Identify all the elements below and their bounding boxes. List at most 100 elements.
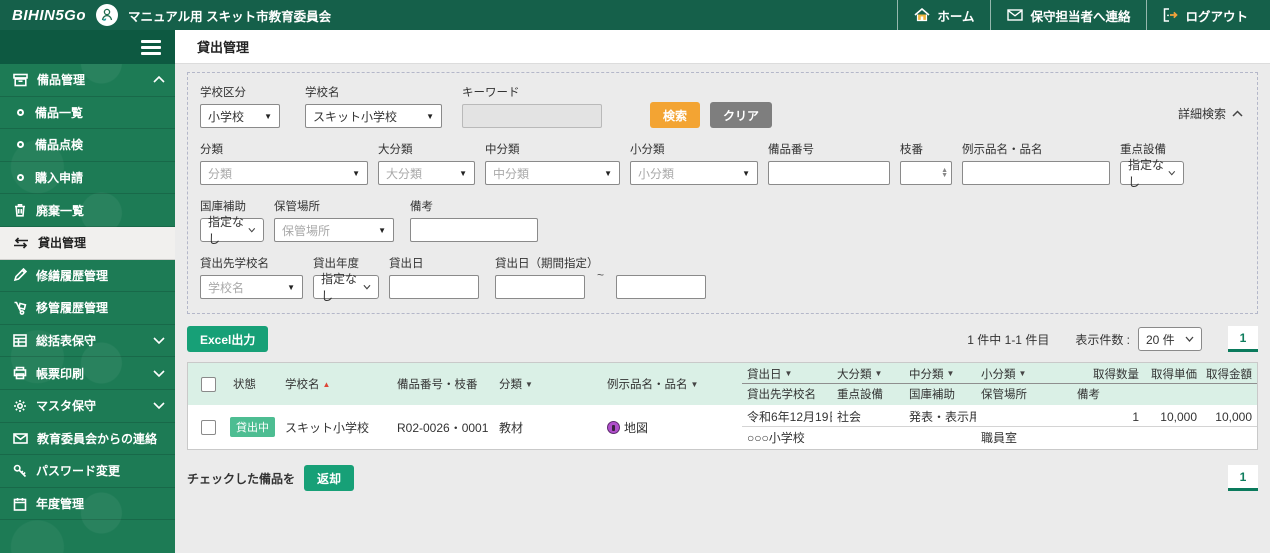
dropdown-arrow-icon: ▼ bbox=[287, 282, 295, 292]
contact-maintenance-button[interactable]: 保守担当者へ連絡 bbox=[990, 0, 1146, 30]
sort-desc-icon: ▼ bbox=[784, 369, 793, 378]
note-input[interactable] bbox=[410, 218, 538, 242]
sidebar-item-bihin-tenken[interactable]: 備品点検 bbox=[0, 129, 175, 162]
subsidy-cell bbox=[904, 427, 976, 447]
lend-date-cell: 令和6年12月19日 bbox=[742, 407, 832, 427]
dropdown-arrow-icon: ▼ bbox=[742, 168, 750, 178]
item-name-input[interactable] bbox=[962, 161, 1110, 185]
handtruck-icon bbox=[14, 301, 27, 315]
dropdown-arrow-icon: ▼ bbox=[426, 111, 434, 121]
item-number-input[interactable] bbox=[768, 161, 890, 185]
priority-equipment-select[interactable]: 指定なし bbox=[1120, 158, 1184, 189]
sidebar-item-kyoiku-renraku[interactable]: 教育委員会からの連絡 bbox=[0, 423, 175, 456]
checked-items-label: チェックした備品を bbox=[187, 471, 296, 486]
middle-category-label: 中分類 bbox=[485, 144, 520, 156]
home-icon bbox=[914, 8, 930, 22]
school-type-select[interactable]: 小学校 ▼ bbox=[200, 104, 280, 128]
sidebar-menu: 備品管理 備品一覧 備品点検 購入申請 廃棄一覧 貸出管理 修繕履歴管理 移管履… bbox=[0, 64, 175, 521]
sidebar-item-bihin-kanri[interactable]: 備品管理 bbox=[0, 64, 175, 97]
advanced-search-toggle[interactable]: 詳細検索 bbox=[1178, 105, 1243, 122]
col-category-sort[interactable]: 分類 ▼ bbox=[494, 364, 602, 404]
category-cell: 教材 bbox=[499, 420, 524, 435]
page-titlebar: 貸出管理 bbox=[175, 30, 1270, 64]
result-count: 1 件中 1-1 件目 bbox=[967, 332, 1050, 347]
pagination-page-1[interactable]: 1 bbox=[1228, 326, 1258, 352]
search-button[interactable]: 検索 bbox=[650, 102, 701, 128]
lend-period-start-input[interactable] bbox=[495, 275, 585, 299]
sidebar-item-master-hoshu[interactable]: マスタ保守 bbox=[0, 390, 175, 423]
category-select[interactable]: 分類 ▼ bbox=[200, 161, 368, 185]
sidebar-item-bihin-ichiran[interactable]: 備品一覧 bbox=[0, 97, 175, 130]
sidebar-item-konyu-shinsei[interactable]: 購入申請 bbox=[0, 162, 175, 195]
sidebar-item-label: 備品点検 bbox=[35, 138, 84, 153]
transfer-arrows-icon bbox=[14, 237, 28, 249]
large-category-select[interactable]: 大分類 ▼ bbox=[378, 161, 475, 185]
lend-period-end-input[interactable] bbox=[616, 275, 707, 299]
col-subsidy: 国庫補助 bbox=[909, 389, 955, 401]
keyword-input[interactable] bbox=[462, 104, 602, 128]
dropdown-arrow-icon: ▼ bbox=[459, 168, 467, 178]
sidebar-item-chohyo-insatsu[interactable]: 帳票印刷 bbox=[0, 357, 175, 390]
storage-location-select[interactable]: 保管場所 ▼ bbox=[274, 218, 394, 242]
printer-icon bbox=[13, 366, 27, 380]
row-checkbox[interactable] bbox=[200, 419, 216, 435]
col-location: 保管場所 bbox=[981, 389, 1027, 401]
table-icon bbox=[13, 334, 27, 347]
sidebar-item-nendo-kanri[interactable]: 年度管理 bbox=[0, 488, 175, 521]
spinner-icon[interactable]: ▲ ▼ bbox=[941, 167, 948, 179]
col-large-sort[interactable]: 大分類 ▼ bbox=[832, 364, 904, 384]
search-panel: 詳細検索 学校区分 小学校 ▼ 学校名 スキット小学校 ▼ キーワード 検索 ク… bbox=[187, 72, 1258, 314]
item-number-label: 備品番号 bbox=[768, 144, 814, 156]
excel-export-button[interactable]: Excel出力 bbox=[187, 326, 269, 352]
logout-button[interactable]: ログアウト bbox=[1146, 0, 1264, 30]
col-school-sort[interactable]: 学校名 ▲ bbox=[280, 364, 392, 404]
menu-icon[interactable] bbox=[141, 37, 161, 58]
sidebar-item-label: 移管履歴管理 bbox=[36, 301, 109, 316]
sidebar-item-kashidashi-kanri[interactable]: 貸出管理 bbox=[0, 226, 175, 260]
lend-school-label: 貸出先学校名 bbox=[200, 258, 269, 270]
sidebar-item-ikan-rireki[interactable]: 移管履歴管理 bbox=[0, 292, 175, 325]
sidebar-item-haiki-ichiran[interactable]: 廃棄一覧 bbox=[0, 194, 175, 227]
top-nav: ホーム 保守担当者へ連絡 ログアウト bbox=[897, 0, 1270, 30]
sort-asc-icon: ▲ bbox=[322, 379, 331, 389]
lend-year-select[interactable]: 指定なし bbox=[313, 272, 379, 303]
item-name-link[interactable]: 地図 bbox=[624, 419, 648, 436]
lend-year-label: 貸出年度 bbox=[313, 258, 359, 270]
calendar-icon bbox=[13, 497, 27, 511]
large-category-label: 大分類 bbox=[378, 144, 413, 156]
branch-number-label: 枝番 bbox=[900, 144, 923, 156]
pagination-bottom-page-1[interactable]: 1 bbox=[1228, 465, 1258, 491]
app-logo: BIHIN5Go bbox=[12, 6, 87, 24]
lend-date-input[interactable] bbox=[389, 275, 479, 299]
qty-cell: 1 bbox=[1072, 407, 1144, 427]
col-lend-date-sort[interactable]: 貸出日 ▼ bbox=[742, 364, 832, 384]
sidebar-item-label: 帳票印刷 bbox=[36, 366, 85, 381]
col-middle-sort[interactable]: 中分類 ▼ bbox=[904, 364, 976, 384]
lend-school-select[interactable]: 学校名 ▼ bbox=[200, 275, 303, 299]
sidebar-item-sokatsuhyo-hoshu[interactable]: 総括表保守 bbox=[0, 325, 175, 358]
sort-desc-icon: ▼ bbox=[690, 379, 699, 389]
school-type-label: 学校区分 bbox=[200, 87, 246, 99]
small-category-select[interactable]: 小分類 ▼ bbox=[630, 161, 758, 185]
sidebar-item-shuzen-rireki[interactable]: 修繕履歴管理 bbox=[0, 260, 175, 293]
col-small-sort[interactable]: 小分類 ▼ bbox=[976, 364, 1072, 384]
item-photo-icon[interactable] bbox=[607, 420, 620, 434]
item-no-cell: R02-0026・0001 bbox=[397, 420, 489, 435]
sidebar-item-label: 廃棄一覧 bbox=[36, 203, 85, 218]
subsidy-select[interactable]: 指定なし bbox=[200, 215, 264, 246]
sort-desc-icon: ▼ bbox=[874, 369, 883, 378]
dropdown-arrow-icon: ▼ bbox=[352, 168, 360, 178]
home-button[interactable]: ホーム bbox=[897, 0, 990, 30]
return-button[interactable]: 返却 bbox=[304, 465, 355, 491]
select-all-checkbox[interactable] bbox=[200, 376, 216, 392]
school-name-select[interactable]: スキット小学校 ▼ bbox=[305, 104, 442, 128]
per-page-select[interactable]: 20 件 bbox=[1138, 327, 1202, 351]
middle-category-select[interactable]: 中分類 ▼ bbox=[485, 161, 620, 185]
sidebar-item-label: 貸出管理 bbox=[38, 236, 87, 251]
clear-button[interactable]: クリア bbox=[710, 102, 773, 128]
sort-desc-icon: ▼ bbox=[525, 379, 533, 389]
chevron-down-icon bbox=[153, 370, 165, 377]
sidebar-item-label: 購入申請 bbox=[35, 171, 84, 186]
sidebar-item-password-henko[interactable]: パスワード変更 bbox=[0, 455, 175, 488]
col-name-sort[interactable]: 例示品名・品名 ▼ bbox=[602, 364, 742, 404]
